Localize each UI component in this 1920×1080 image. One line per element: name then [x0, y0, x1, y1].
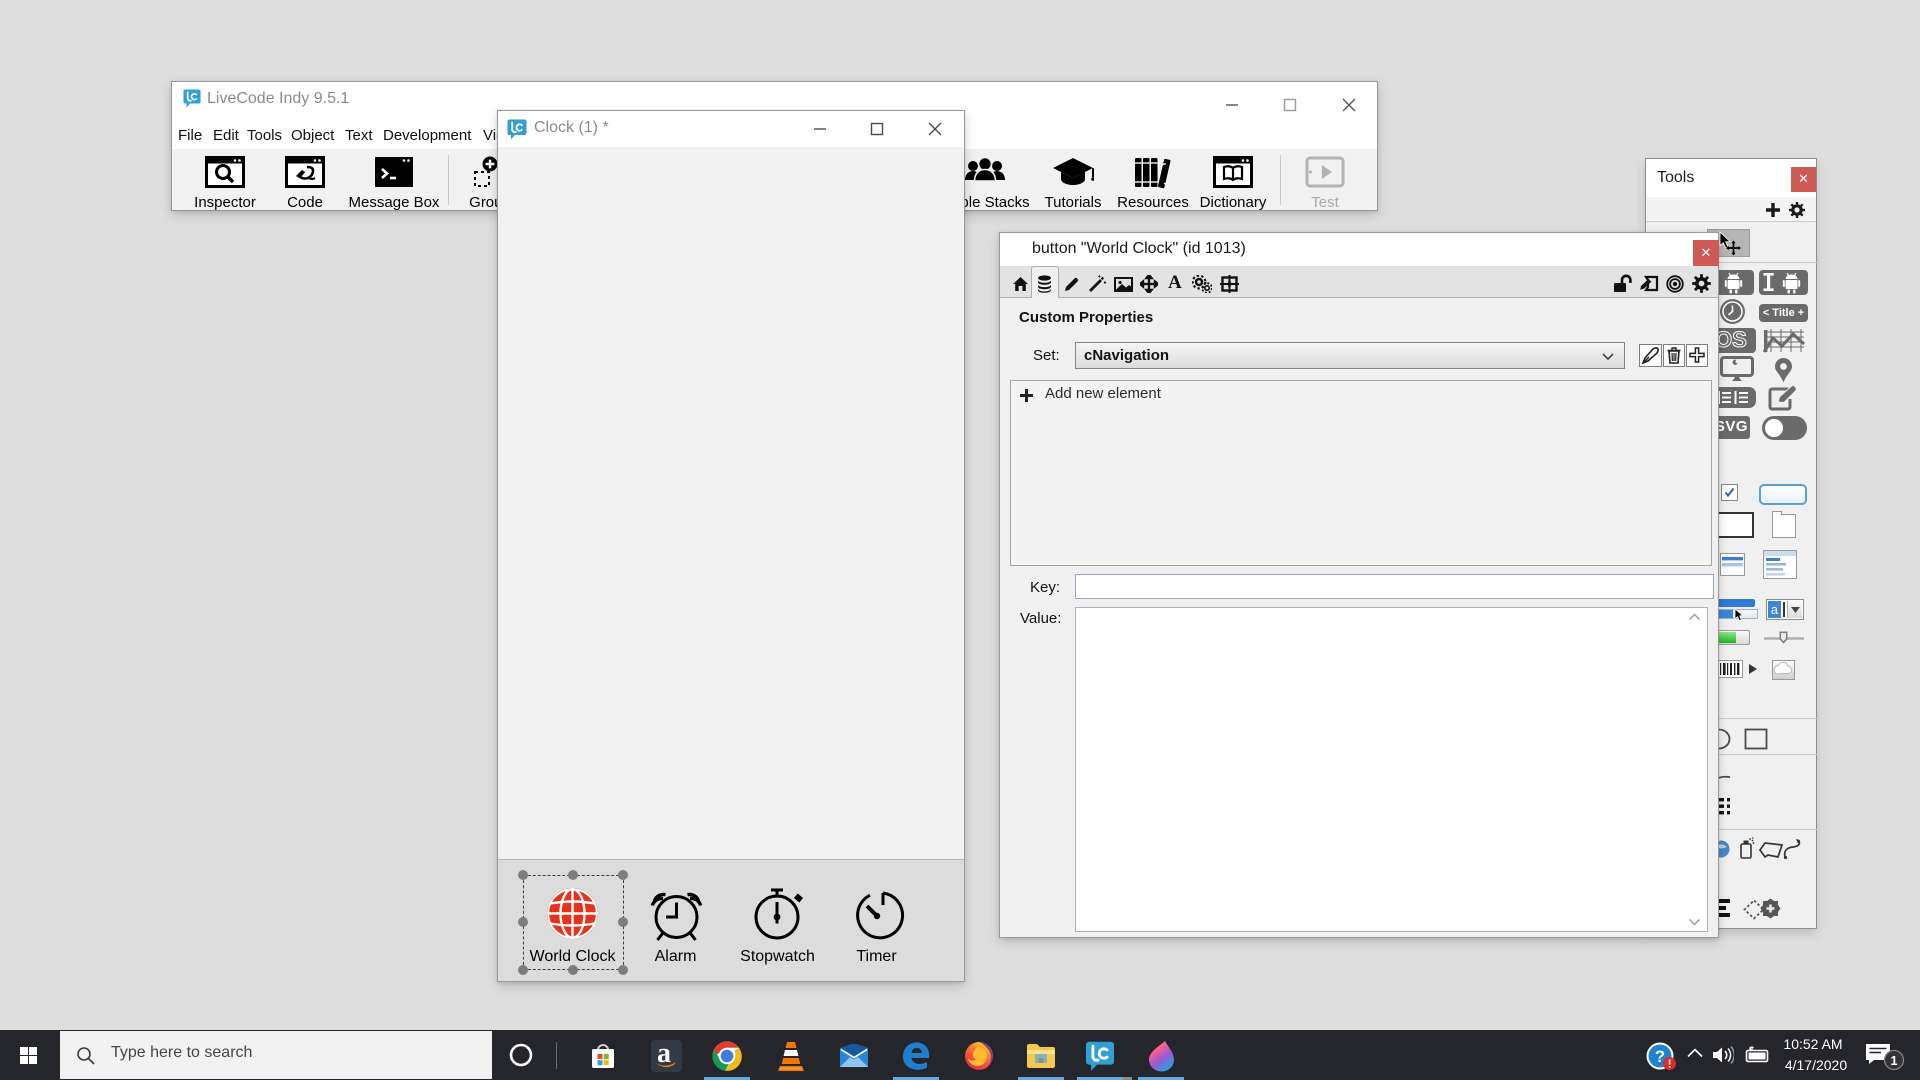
svg-text:1: 1: [1890, 1053, 1897, 1068]
